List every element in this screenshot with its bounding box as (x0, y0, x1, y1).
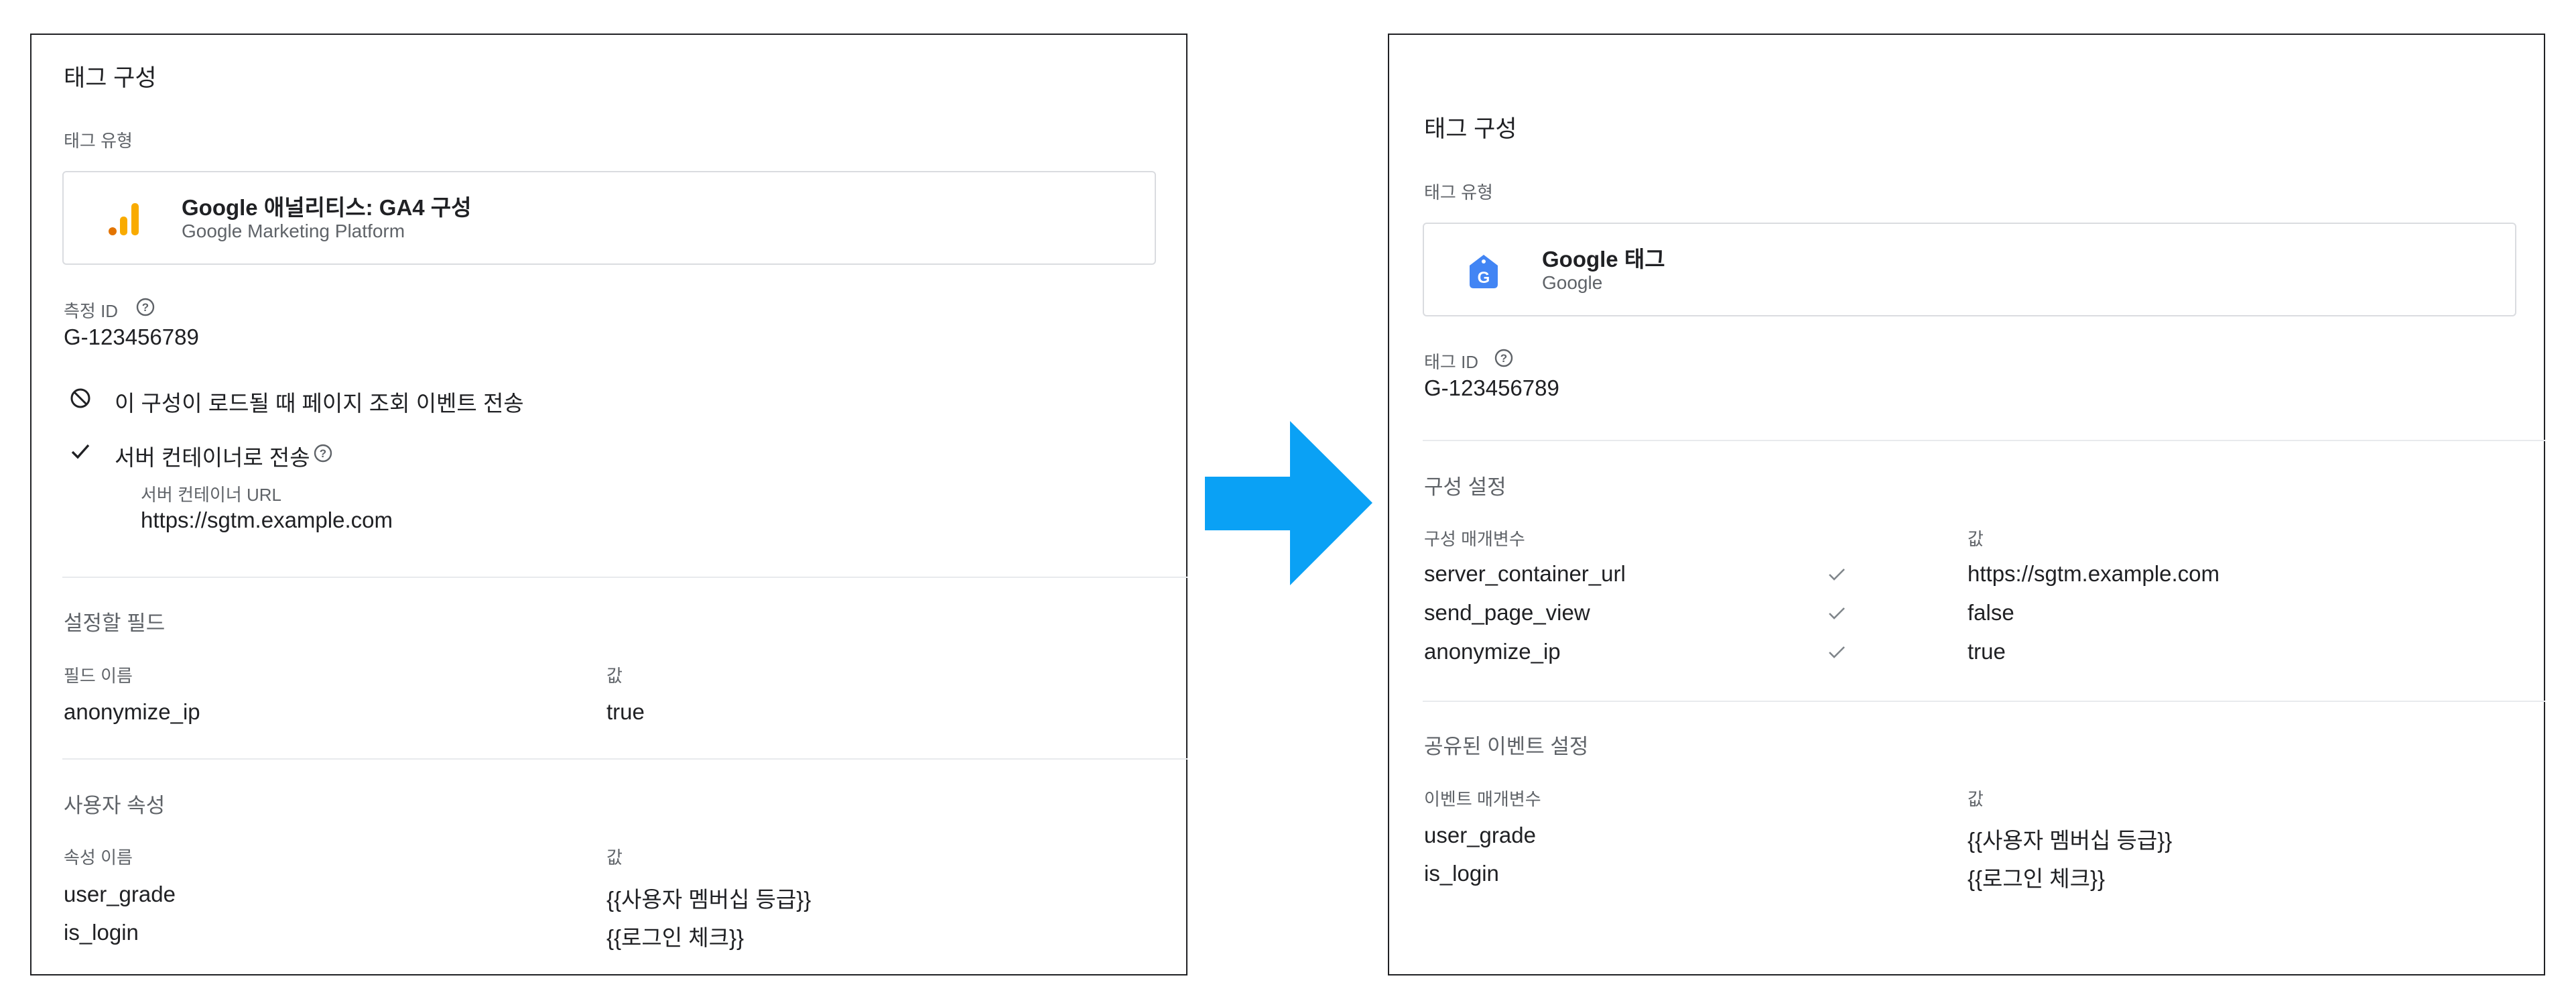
divider (62, 577, 1187, 578)
divider (1423, 701, 2545, 702)
analytics-icon (109, 203, 139, 235)
event-value-header: 값 (1968, 789, 1984, 809)
event-row-value: {{사용자 멤버십 등급}} (1968, 828, 2173, 853)
svg-text:G: G (1478, 269, 1490, 287)
check-icon (1829, 646, 1845, 658)
measurement-id-label: 측정 ID (64, 301, 119, 321)
field-row-name: anonymize_ip (64, 699, 200, 724)
ga4-config-panel: 태그 구성 태그 유형 Google 애널리티스: GA4 구성 Google … (30, 34, 1187, 975)
event-row-name: is_login (1424, 861, 1499, 886)
tag-type-title: Google 애널리티스: GA4 구성 (182, 195, 472, 220)
help-icon[interactable]: ? (313, 443, 333, 463)
server-url-label: 서버 컨테이너 URL (141, 485, 281, 505)
server-url-value: https://sgtm.example.com (141, 508, 393, 532)
user-props-section-title: 사용자 속성 (64, 794, 166, 817)
field-value-header: 값 (606, 666, 623, 686)
panel-title: 태그 구성 (64, 65, 157, 91)
config-row-name: server_container_url (1424, 561, 1626, 586)
tag-type-label: 태그 유형 (64, 131, 133, 151)
measurement-id-value: G-123456789 (64, 324, 199, 349)
check-icon (1829, 607, 1845, 619)
help-icon[interactable]: ? (1494, 348, 1514, 368)
config-row-value: false (1968, 600, 2014, 625)
divider (1423, 440, 2545, 441)
prop-row-name: is_login (64, 920, 139, 945)
prop-name-header: 속성 이름 (64, 847, 133, 868)
config-row-name: send_page_view (1424, 600, 1590, 625)
event-param-header: 이벤트 매개변수 (1424, 789, 1541, 809)
prop-value-header: 값 (606, 847, 623, 868)
event-section-title: 공유된 이벤트 설정 (1424, 735, 1589, 758)
svg-text:?: ? (1500, 352, 1507, 365)
check-icon (1829, 569, 1845, 581)
check-icon (71, 444, 90, 459)
tag-id-label: 태그 ID (1424, 352, 1479, 372)
fields-section-title: 설정할 필드 (64, 611, 166, 635)
event-row-name: user_grade (1424, 823, 1536, 847)
send-pageview-option[interactable]: 이 구성이 로드될 때 페이지 조회 이벤트 전송 (115, 386, 524, 418)
event-row-value: {{로그인 체크}} (1968, 866, 2106, 891)
field-row-value: true (606, 699, 645, 724)
tag-type-title: Google 태그 (1542, 247, 1665, 272)
field-name-header: 필드 이름 (64, 666, 133, 686)
tag-id-value: G-123456789 (1424, 375, 1559, 400)
config-row-value: true (1968, 639, 2006, 664)
tag-type-card[interactable]: G Google 태그 Google (1423, 223, 2516, 316)
prop-row-name: user_grade (64, 882, 176, 906)
tag-type-card[interactable]: Google 애널리티스: GA4 구성 Google Marketing Pl… (62, 171, 1156, 265)
tag-type-subtitle: Google (1542, 272, 1603, 293)
tag-type-label: 태그 유형 (1424, 182, 1493, 202)
config-row-name: anonymize_ip (1424, 639, 1561, 664)
google-tag-icon: G (1470, 255, 1498, 288)
svg-text:?: ? (320, 447, 326, 460)
config-section-title: 구성 설정 (1424, 475, 1506, 499)
divider (62, 758, 1187, 760)
right-arrow-icon (1205, 421, 1372, 585)
config-value-header: 값 (1968, 529, 1984, 549)
block-icon (70, 388, 90, 408)
config-param-header: 구성 매개변수 (1424, 529, 1525, 549)
svg-text:?: ? (142, 301, 149, 314)
panel-title: 태그 구성 (1424, 116, 1517, 142)
tag-type-subtitle: Google Marketing Platform (182, 221, 405, 241)
prop-row-value: {{사용자 멤버십 등급}} (606, 887, 812, 912)
google-tag-config-panel: 태그 구성 태그 유형 G Google 태그 Google 태그 ID ? G… (1388, 34, 2545, 975)
send-to-server-option[interactable]: 서버 컨테이너로 전송 (115, 440, 310, 472)
prop-row-value: {{로그인 체크}} (606, 925, 745, 950)
help-icon[interactable]: ? (135, 297, 155, 317)
config-row-value: https://sgtm.example.com (1968, 561, 2219, 586)
